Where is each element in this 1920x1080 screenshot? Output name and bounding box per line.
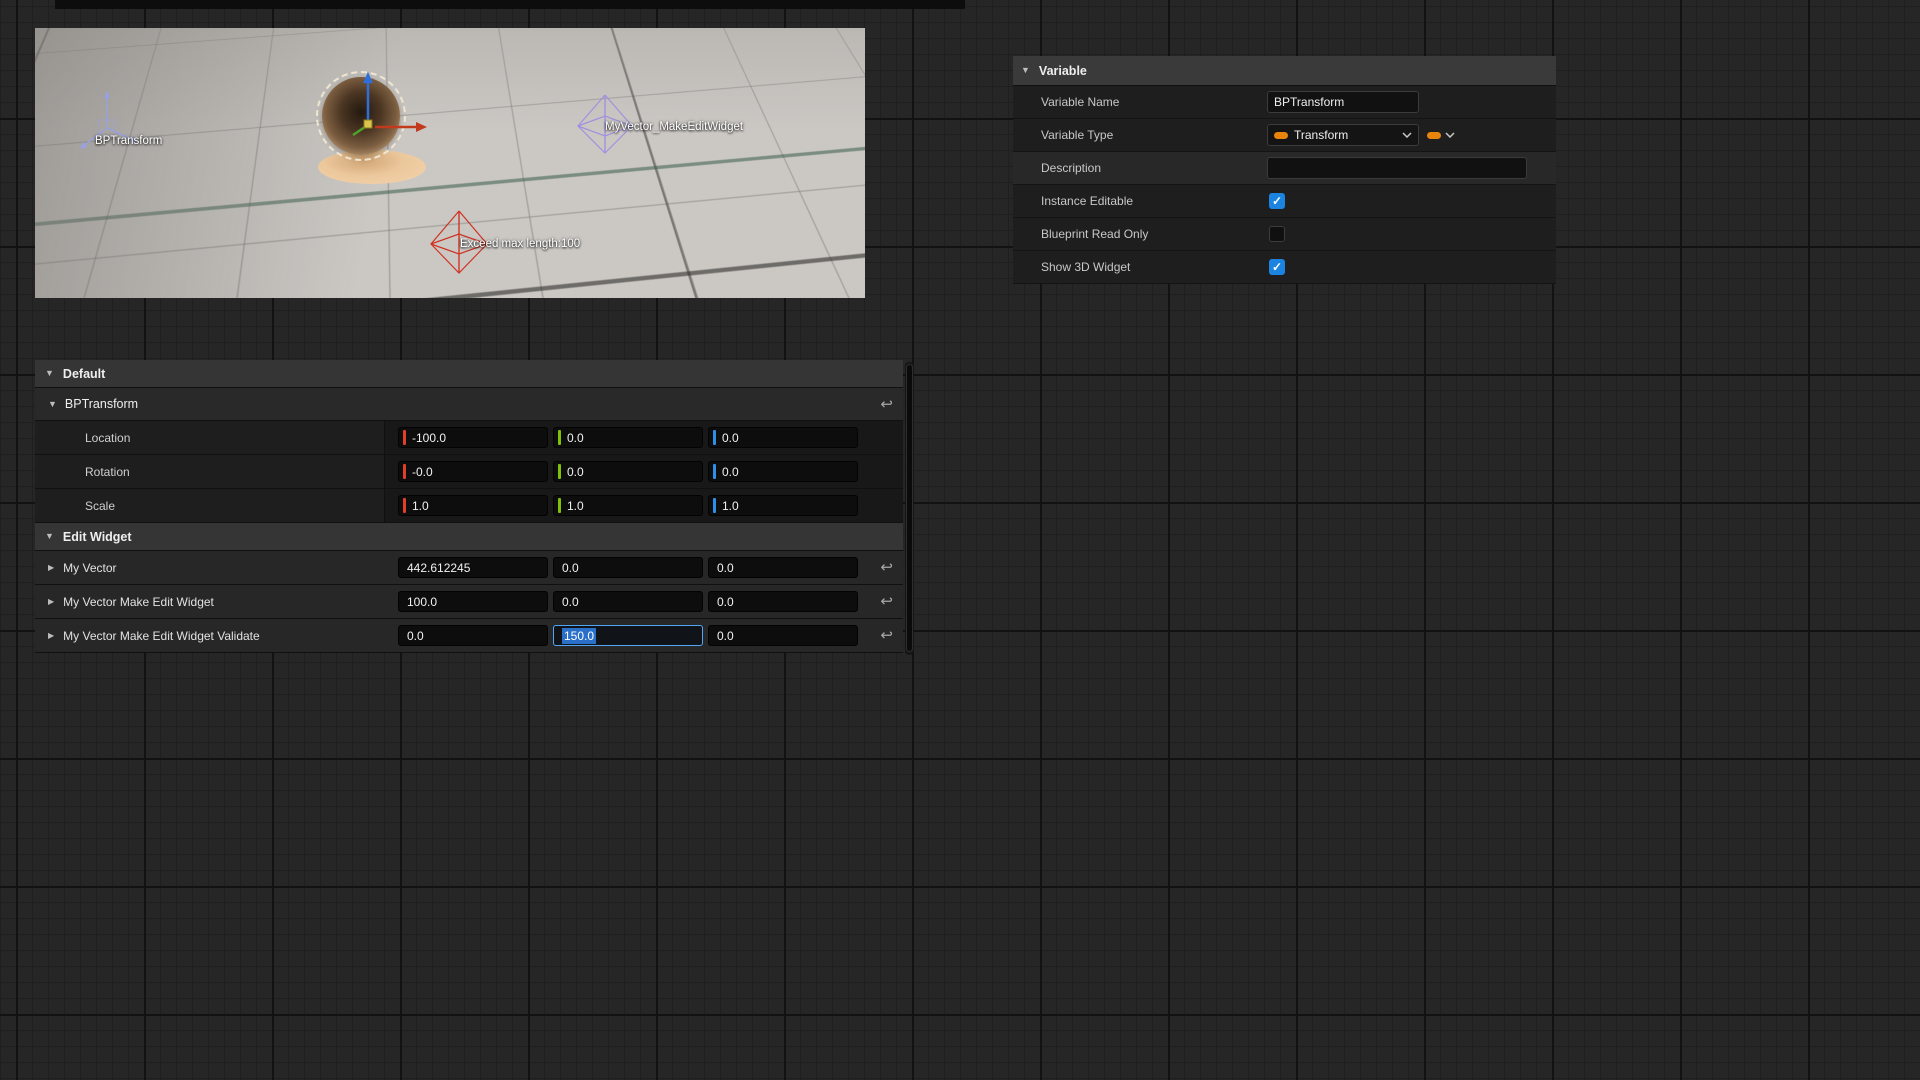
my-vector-y-input[interactable]: 0.0 bbox=[553, 557, 703, 578]
top-panel-edge bbox=[55, 0, 965, 9]
variable-type-label: Variable Type bbox=[1013, 128, 1267, 142]
z-axis-color-bar bbox=[713, 464, 716, 479]
z-axis-color-bar bbox=[713, 498, 716, 513]
z-axis-color-bar bbox=[713, 430, 716, 445]
collapse-arrow-icon[interactable]: ▶ bbox=[48, 632, 54, 640]
description-label: Description bbox=[1013, 161, 1267, 175]
instance-editable-row: Instance Editable ✓ bbox=[1013, 185, 1556, 218]
viewport-3d[interactable]: BPTransform MyVector_MakeEditWidget Exce… bbox=[35, 28, 865, 298]
variable-section-title: Variable bbox=[1039, 64, 1087, 78]
variable-section-header[interactable]: ▼ Variable bbox=[1013, 56, 1556, 86]
rotation-z-input[interactable]: 0.0 bbox=[708, 461, 858, 482]
expand-arrow-icon[interactable]: ▼ bbox=[1021, 66, 1030, 75]
section-edit-widget-title: Edit Widget bbox=[63, 530, 132, 544]
viewport-gizmo-overlay bbox=[35, 28, 865, 298]
blueprint-graph-background[interactable]: { "icons": { "expanded": "▼", "collapsed… bbox=[0, 0, 1920, 1080]
show-3d-widget-label: Show 3D Widget bbox=[1013, 260, 1267, 274]
bptransform-property-label: BPTransform bbox=[65, 397, 138, 411]
x-axis-color-bar bbox=[403, 430, 406, 445]
collapse-arrow-icon[interactable]: ▶ bbox=[48, 598, 54, 606]
scale-label: Scale bbox=[35, 489, 385, 522]
container-type-pill-icon bbox=[1427, 132, 1441, 139]
scrollbar-thumb[interactable] bbox=[906, 364, 913, 652]
my-vector-make-edit-widget-row: ▶ My Vector Make Edit Widget 100.0 0.0 0… bbox=[35, 585, 903, 619]
reset-to-default-button[interactable]: ↩ bbox=[880, 560, 893, 575]
scale-z-input[interactable]: 1.0 bbox=[708, 495, 858, 516]
reset-to-default-button[interactable]: ↩ bbox=[880, 628, 893, 643]
reset-to-default-button[interactable]: ↩ bbox=[880, 594, 893, 609]
scale-y-input[interactable]: 1.0 bbox=[553, 495, 703, 516]
mv-validate-x-input[interactable]: 0.0 bbox=[398, 625, 548, 646]
mv-validate-z-input[interactable]: 0.0 bbox=[708, 625, 858, 646]
location-y-input[interactable]: 0.0 bbox=[553, 427, 703, 448]
mv-make-edit-widget-z-input[interactable]: 0.0 bbox=[708, 591, 858, 612]
mv-make-edit-widget-x-input[interactable]: 100.0 bbox=[398, 591, 548, 612]
chevron-down-icon bbox=[1402, 132, 1412, 138]
expand-arrow-icon[interactable]: ▼ bbox=[45, 532, 54, 541]
my-vector-make-edit-widget-label: My Vector Make Edit Widget bbox=[63, 595, 214, 609]
rotation-label: Rotation bbox=[35, 455, 385, 488]
section-default-header[interactable]: ▼ Default bbox=[35, 360, 903, 388]
y-axis-color-bar bbox=[558, 498, 561, 513]
blueprint-read-only-label: Blueprint Read Only bbox=[1013, 227, 1267, 241]
rotation-row: Rotation -0.0 0.0 0.0 bbox=[35, 455, 903, 489]
chevron-down-icon bbox=[1445, 132, 1455, 138]
instance-editable-checkbox[interactable]: ✓ bbox=[1269, 193, 1285, 209]
x-axis-color-bar bbox=[403, 464, 406, 479]
instance-editable-label: Instance Editable bbox=[1013, 194, 1267, 208]
my-vector-label: My Vector bbox=[63, 561, 116, 575]
variable-type-row: Variable Type Transform bbox=[1013, 119, 1556, 152]
check-icon: ✓ bbox=[1272, 261, 1282, 273]
variable-name-input[interactable] bbox=[1267, 91, 1419, 113]
section-default-title: Default bbox=[63, 367, 105, 381]
x-axis-color-bar bbox=[403, 498, 406, 513]
mv-make-edit-widget-y-input[interactable]: 0.0 bbox=[553, 591, 703, 612]
y-axis-color-bar bbox=[558, 430, 561, 445]
mv-validate-y-input-focused[interactable]: 150.0 bbox=[553, 625, 703, 646]
blueprint-read-only-checkbox[interactable] bbox=[1269, 226, 1285, 242]
details-scrollbar[interactable] bbox=[905, 362, 914, 655]
location-row: Location -100.0 0.0 0.0 bbox=[35, 421, 903, 455]
my-vector-row: ▶ My Vector 442.612245 0.0 0.0 ↩ bbox=[35, 551, 903, 585]
section-edit-widget-header[interactable]: ▼ Edit Widget bbox=[35, 523, 903, 551]
container-type-dropdown[interactable] bbox=[1427, 132, 1455, 139]
details-panel: ▼ Default ▼ BPTransform ↩ Location -100.… bbox=[35, 360, 903, 653]
y-axis-color-bar bbox=[558, 464, 561, 479]
exceed-length-label: Exceed max length:100 bbox=[460, 238, 580, 250]
variable-details-panel: ▼ Variable Variable Name Variable Type T… bbox=[1013, 56, 1556, 284]
rotation-x-input[interactable]: -0.0 bbox=[398, 461, 548, 482]
location-label: Location bbox=[35, 421, 385, 454]
bptransform-property-row[interactable]: ▼ BPTransform ↩ bbox=[35, 388, 903, 421]
variable-name-label: Variable Name bbox=[1013, 95, 1267, 109]
rotation-y-input[interactable]: 0.0 bbox=[553, 461, 703, 482]
my-vector-make-edit-widget-validate-label: My Vector Make Edit Widget Validate bbox=[63, 629, 260, 643]
myvector-widget-label: MyVector_MakeEditWidget bbox=[605, 121, 743, 133]
collapse-arrow-icon[interactable]: ▶ bbox=[48, 564, 54, 572]
bptransform-widget-label: BPTransform bbox=[95, 135, 162, 147]
expand-arrow-icon[interactable]: ▼ bbox=[48, 400, 57, 409]
location-x-input[interactable]: -100.0 bbox=[398, 427, 548, 448]
scale-x-input[interactable]: 1.0 bbox=[398, 495, 548, 516]
description-input[interactable] bbox=[1267, 157, 1527, 179]
variable-type-dropdown[interactable]: Transform bbox=[1267, 124, 1419, 146]
location-z-input[interactable]: 0.0 bbox=[708, 427, 858, 448]
variable-type-value: Transform bbox=[1294, 128, 1396, 142]
my-vector-make-edit-widget-validate-row: ▶ My Vector Make Edit Widget Validate 0.… bbox=[35, 619, 903, 653]
transform-type-pill-icon bbox=[1274, 132, 1288, 139]
my-vector-z-input[interactable]: 0.0 bbox=[708, 557, 858, 578]
description-row: Description bbox=[1013, 152, 1556, 185]
variable-name-row: Variable Name bbox=[1013, 86, 1556, 119]
expand-arrow-icon[interactable]: ▼ bbox=[45, 369, 54, 378]
blueprint-read-only-row: Blueprint Read Only bbox=[1013, 218, 1556, 251]
reset-to-default-button[interactable]: ↩ bbox=[880, 397, 893, 412]
translate-gizmo[interactable] bbox=[353, 72, 427, 135]
check-icon: ✓ bbox=[1272, 195, 1282, 207]
my-vector-x-input[interactable]: 442.612245 bbox=[398, 557, 548, 578]
show-3d-widget-row: Show 3D Widget ✓ bbox=[1013, 251, 1556, 284]
show-3d-widget-checkbox[interactable]: ✓ bbox=[1269, 259, 1285, 275]
scale-row: Scale 1.0 1.0 1.0 bbox=[35, 489, 903, 523]
